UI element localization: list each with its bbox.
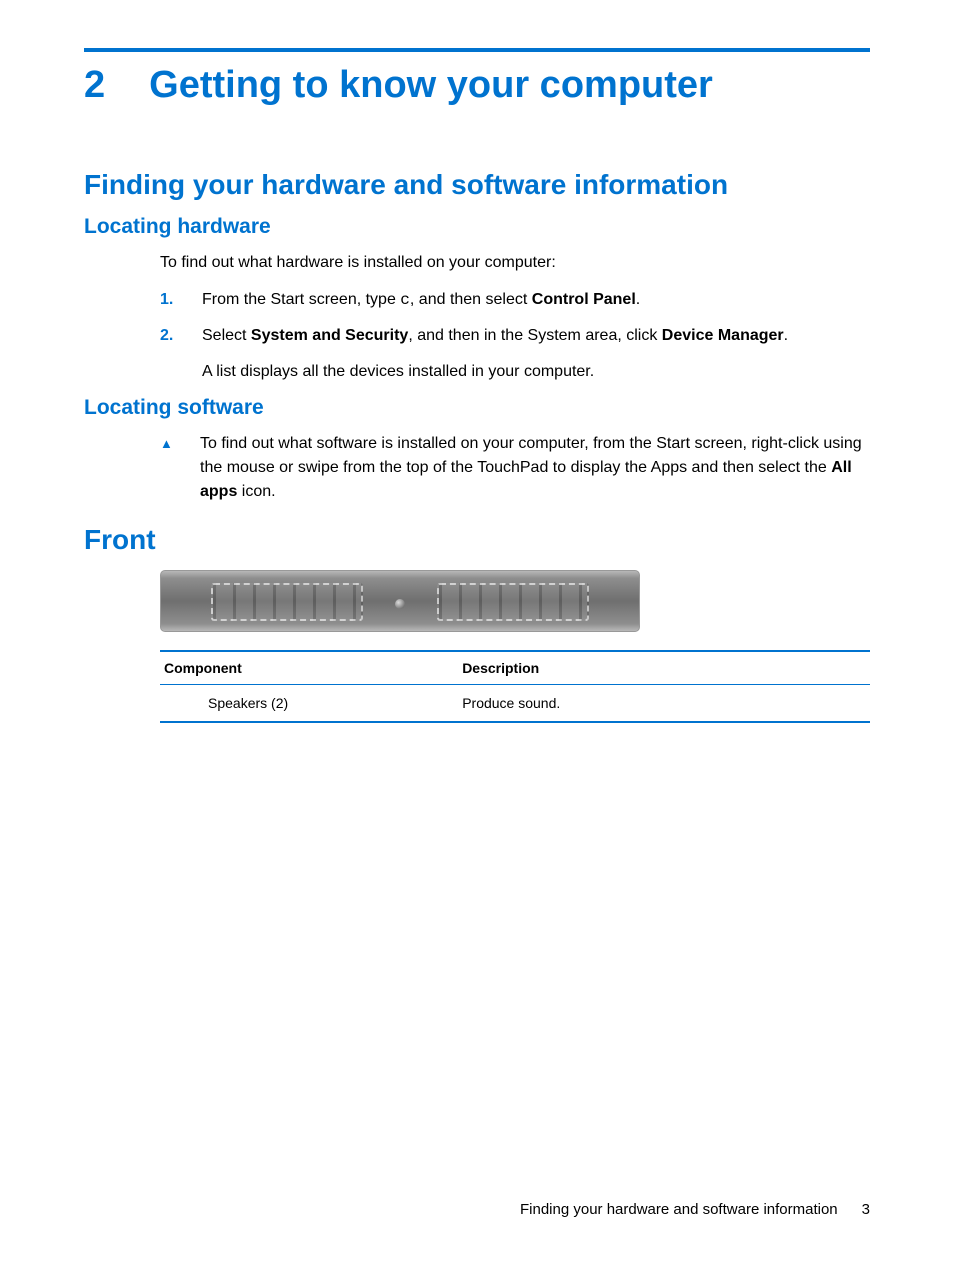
chapter-number: 2: [84, 64, 105, 107]
section-front: Front: [84, 524, 870, 556]
center-dot-icon: [395, 599, 405, 609]
subsection-locating-software: Locating software: [84, 396, 870, 420]
col-description: Description: [458, 651, 870, 685]
step-2-note: A list displays all the devices installe…: [160, 360, 870, 384]
footer-page-number: 3: [862, 1201, 870, 1218]
step-text: From the Start screen, type c, and then …: [202, 288, 870, 312]
step-number: 1.: [160, 288, 178, 312]
top-rule: [84, 48, 870, 52]
cell-component: Speakers (2): [160, 685, 458, 723]
page-footer: Finding your hardware and software infor…: [520, 1201, 870, 1218]
chapter-heading: 2 Getting to know your computer: [84, 64, 870, 107]
col-component: Component: [160, 651, 458, 685]
step-text: Select System and Security, and then in …: [202, 324, 870, 348]
footer-section-title: Finding your hardware and software infor…: [520, 1201, 838, 1218]
chapter-title: Getting to know your computer: [149, 64, 713, 107]
step-1: 1. From the Start screen, type c, and th…: [160, 288, 870, 312]
step-2: 2. Select System and Security, and then …: [160, 324, 870, 348]
front-view-illustration: [160, 570, 640, 632]
triangle-icon: ▲: [160, 432, 178, 504]
step-number: 2.: [160, 324, 178, 348]
hardware-intro: To find out what hardware is installed o…: [160, 251, 870, 274]
cell-description: Produce sound.: [458, 685, 870, 723]
subsection-locating-hardware: Locating hardware: [84, 215, 870, 239]
software-bullet: ▲ To find out what software is installed…: [160, 432, 870, 504]
table-row: Speakers (2) Produce sound.: [160, 685, 870, 723]
component-table: Component Description Speakers (2) Produ…: [160, 650, 870, 723]
section-finding-info: Finding your hardware and software infor…: [84, 169, 870, 201]
